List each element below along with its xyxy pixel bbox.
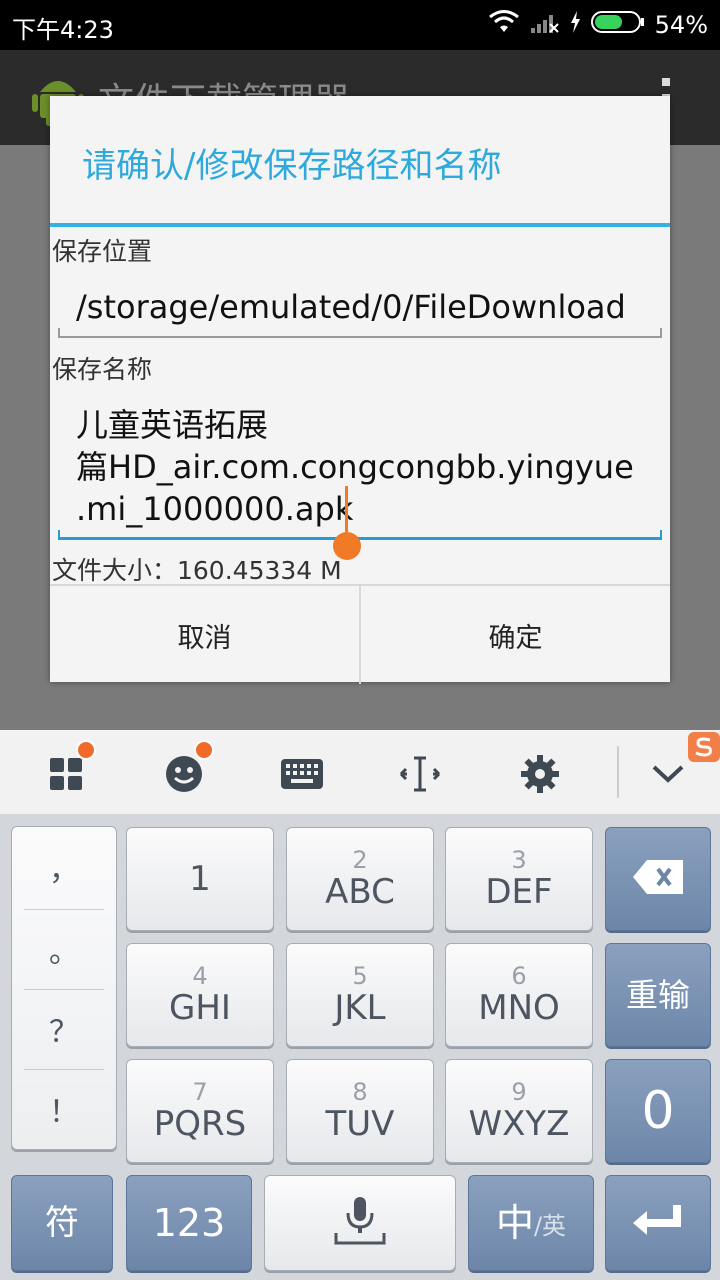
save-location-input[interactable]: /storage/emulated/0/FileDownload	[76, 286, 676, 328]
backspace-icon	[631, 858, 685, 900]
punctuation-column: ， 。 ？ ！	[11, 826, 117, 1150]
toolbar-divider	[617, 746, 619, 798]
punct-comma-key[interactable]: ，	[12, 827, 116, 907]
text-cursor	[345, 486, 348, 532]
backspace-key[interactable]	[605, 827, 711, 931]
dialog-buttons: 取消 确定	[50, 584, 670, 684]
punct-question-key[interactable]: ？	[12, 989, 116, 1069]
save-location-underline	[58, 328, 662, 338]
save-location-label: 保存位置	[52, 237, 153, 266]
dialog-title: 请确认/修改保存路径和名称	[82, 146, 502, 186]
key-1[interactable]: 1	[126, 827, 274, 931]
punct-exclaim-key[interactable]: ！	[12, 1069, 116, 1149]
apps-grid-icon[interactable]	[44, 740, 96, 796]
save-dialog: 请确认/修改保存路径和名称 保存位置 /storage/emulated/0/F…	[50, 96, 670, 684]
language-switch-key[interactable]: 中 /英	[468, 1175, 594, 1271]
status-time: 下午4:23	[12, 16, 114, 44]
numeric-key[interactable]: 123	[126, 1175, 252, 1271]
battery-percent: 54%	[654, 11, 708, 39]
key-9[interactable]: 9 WXYZ	[445, 1059, 593, 1163]
reenter-key[interactable]: 重输	[605, 943, 711, 1047]
save-name-line-2: 篇HD_air.com.congcongbb.yingyue	[76, 448, 634, 486]
symbols-key[interactable]: 符	[11, 1175, 113, 1271]
key-2[interactable]: 2 ABC	[286, 827, 434, 931]
battery-icon	[590, 10, 645, 40]
save-name-line-1: 儿童英语拓展	[76, 406, 269, 444]
status-bar: 下午4:23 54%	[0, 0, 720, 50]
t9-keyboard: ， 。 ？ ！ 1 2 ABC 3 DEF 4 GHI 5 JKL 6 MNO …	[0, 814, 720, 1280]
dialog-title-divider	[50, 223, 670, 227]
save-name-label: 保存名称	[52, 355, 153, 384]
wifi-icon	[488, 10, 519, 40]
key-4[interactable]: 4 GHI	[126, 943, 274, 1047]
settings-gear-icon[interactable]	[518, 752, 562, 796]
key-3[interactable]: 3 DEF	[445, 827, 593, 931]
ime-toolbar	[0, 730, 720, 815]
confirm-button[interactable]: 确定	[361, 586, 670, 684]
cancel-button[interactable]: 取消	[50, 586, 361, 684]
voice-space-key[interactable]	[264, 1175, 456, 1271]
key-7[interactable]: 7 PQRS	[126, 1059, 274, 1163]
key-5[interactable]: 5 JKL	[286, 943, 434, 1047]
keyboard-icon[interactable]	[280, 752, 324, 796]
microphone-icon	[332, 1195, 388, 1251]
signal-icon	[529, 10, 559, 40]
apps-notify-dot	[76, 740, 96, 760]
zero-key[interactable]: 0	[605, 1059, 711, 1163]
key-6[interactable]: 6 MNO	[445, 943, 593, 1047]
key-8[interactable]: 8 TUV	[286, 1059, 434, 1163]
cursor-move-icon[interactable]	[398, 752, 442, 796]
save-name-line-3: .mi_1000000.apk	[76, 490, 354, 528]
enter-arrow-icon	[631, 1203, 685, 1243]
file-size: 文件大小：160.45334 M	[52, 556, 342, 585]
charging-icon	[569, 10, 581, 40]
punct-period-key[interactable]: 。	[12, 909, 116, 989]
sogou-logo-icon	[688, 732, 720, 766]
save-name-underline	[58, 530, 662, 540]
collapse-chevron-icon[interactable]	[646, 752, 690, 796]
emoji-icon[interactable]	[162, 740, 214, 796]
emoji-notify-dot	[194, 740, 214, 760]
enter-key[interactable]	[605, 1175, 711, 1271]
